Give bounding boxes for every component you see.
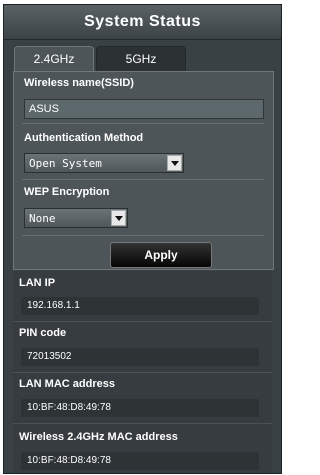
lan-ip-value: 192.168.1.1: [21, 297, 259, 315]
divider: [13, 423, 272, 424]
network-info-section: LAN IP 192.168.1.1 PIN code 72013502 LAN…: [13, 271, 272, 473]
auth-method-value: Open System: [29, 157, 102, 170]
divider: [22, 235, 264, 236]
tab-2-4ghz[interactable]: 2.4GHz: [14, 46, 94, 72]
wireless-mac-label: Wireless 2.4GHz MAC address: [19, 431, 178, 443]
lan-mac-label: LAN MAC address: [19, 378, 115, 390]
wireless-settings-section: Wireless name(SSID) ASUS Authentication …: [13, 71, 274, 270]
divider: [22, 179, 264, 180]
auth-method-label: Authentication Method: [24, 132, 144, 144]
divider: [22, 123, 264, 124]
lan-ip-label: LAN IP: [19, 277, 56, 289]
ssid-input[interactable]: ASUS: [24, 99, 264, 119]
panel-title: System Status: [4, 5, 281, 40]
system-status-panel: System Status 2.4GHz 5GHz Wireless name(…: [3, 4, 282, 474]
divider: [13, 321, 272, 322]
wep-encryption-label: WEP Encryption: [24, 186, 110, 198]
tab-5ghz[interactable]: 5GHz: [96, 46, 186, 72]
chevron-down-icon[interactable]: [111, 210, 126, 226]
band-tabs: 2.4GHz 5GHz: [4, 41, 281, 72]
apply-button[interactable]: Apply: [110, 242, 212, 268]
pin-code-value: 72013502: [21, 348, 259, 366]
lan-mac-value: 10:BF:48:D8:49:78: [21, 399, 259, 417]
wep-encryption-select[interactable]: None: [24, 208, 128, 228]
wireless-mac-value: 10:BF:48:D8:49:78: [21, 452, 259, 470]
pin-code-label: PIN code: [19, 327, 67, 339]
ssid-label: Wireless name(SSID): [24, 77, 134, 89]
wep-encryption-value: None: [29, 212, 56, 225]
divider: [13, 372, 272, 373]
chevron-down-icon[interactable]: [167, 155, 182, 171]
auth-method-select[interactable]: Open System: [24, 153, 184, 173]
